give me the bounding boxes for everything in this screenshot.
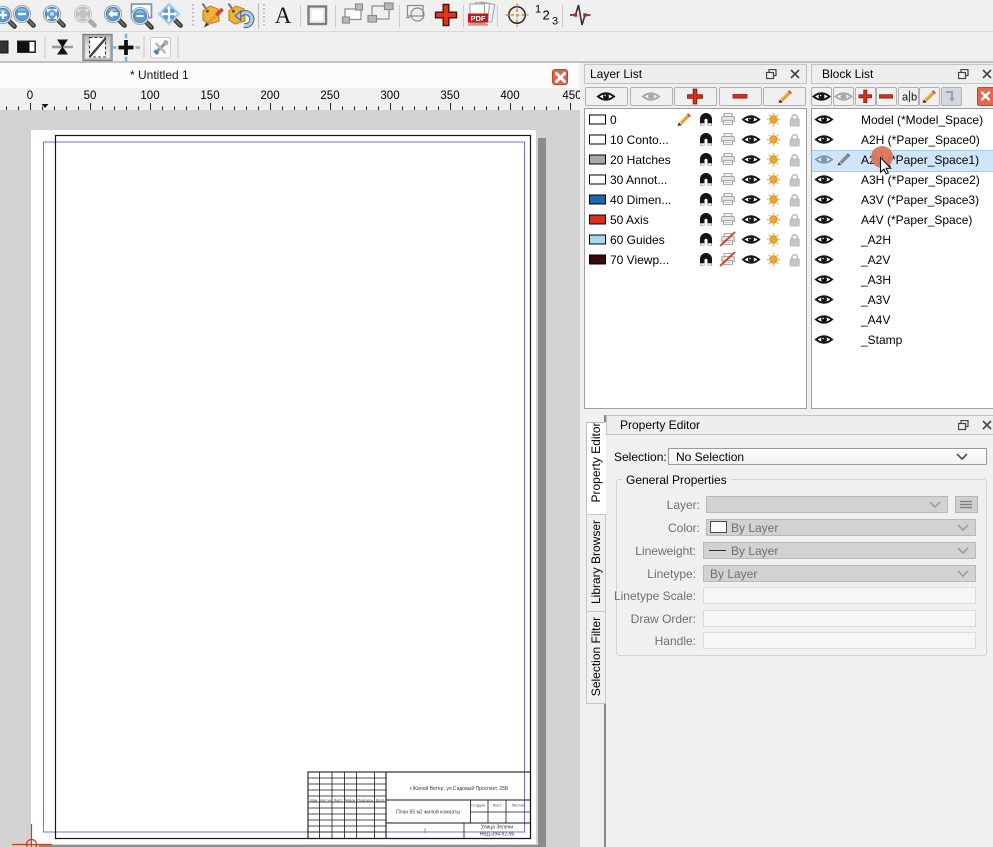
svg-text:1: 1 <box>535 4 541 16</box>
svg-text:A2H (*Paper_Space0): A2H (*Paper_Space0) <box>861 133 980 147</box>
svg-text:A: A <box>275 3 292 28</box>
svg-text:_A2H: _A2H <box>860 233 891 247</box>
svg-text:Лист: Лист <box>334 797 343 802</box>
svg-text:_Stamp: _Stamp <box>860 333 903 347</box>
svg-text:A3H (*Paper_Space2): A3H (*Paper_Space2) <box>861 173 980 187</box>
svg-text:0: 0 <box>27 90 33 102</box>
svg-text:_A3V: _A3V <box>860 293 890 307</box>
svg-text:300: 300 <box>380 90 399 102</box>
svg-text:Property Editor: Property Editor <box>589 422 603 502</box>
svg-text:100: 100 <box>140 90 159 102</box>
svg-text:НВД-394-92-96: НВД-394-92-96 <box>480 832 515 838</box>
svg-text:30 Annot...: 30 Annot... <box>610 173 667 187</box>
svg-text:250: 250 <box>320 90 339 102</box>
svg-text:_A4V: _A4V <box>860 313 890 327</box>
svg-text:Стадия: Стадия <box>471 803 485 808</box>
svg-text:150: 150 <box>200 90 219 102</box>
svg-text:50: 50 <box>84 90 97 102</box>
svg-text:План 65 м2 жилой комнаты: План 65 м2 жилой комнаты <box>396 809 460 816</box>
svg-text:2: 2 <box>543 8 550 23</box>
svg-text:400: 400 <box>500 90 519 102</box>
svg-text:60 Guides: 60 Guides <box>610 233 665 247</box>
svg-text:A4V (*Paper_Space): A4V (*Paper_Space) <box>861 213 972 227</box>
svg-text:200: 200 <box>260 90 279 102</box>
svg-text:№док: №док <box>345 797 356 802</box>
svg-text:Кол.уч: Кол.уч <box>320 797 332 802</box>
svg-text:Model (*Model_Space): Model (*Model_Space) <box>861 113 983 127</box>
svg-text:PDF: PDF <box>471 14 486 23</box>
svg-text:450: 450 <box>562 90 580 102</box>
svg-text:3: 3 <box>552 16 558 28</box>
svg-text:350: 350 <box>440 90 459 102</box>
svg-text:_A3H: _A3H <box>860 273 891 287</box>
svg-text:Листов: Листов <box>512 803 525 808</box>
svg-text:Дата: Дата <box>376 797 386 802</box>
svg-text:Подпись: Подпись <box>357 797 373 802</box>
svg-text:20 Hatches: 20 Hatches <box>610 153 671 167</box>
svg-text:_A2V: _A2V <box>860 253 890 267</box>
svg-text:40 Dimen...: 40 Dimen... <box>610 193 671 207</box>
svg-text:a: a <box>902 92 909 104</box>
svg-text:1: 1 <box>424 829 427 835</box>
svg-text:70 Viewp...: 70 Viewp... <box>610 253 669 267</box>
svg-text:A3V (*Paper_Space3): A3V (*Paper_Space3) <box>861 193 979 207</box>
svg-text:Улица Зелени: Улица Зелени <box>481 825 514 831</box>
svg-text:Изм: Изм <box>310 797 318 802</box>
svg-text:Лист: Лист <box>493 803 502 808</box>
svg-text:г.Жилой Ветер, ул.Садовый Прос: г.Жилой Ветер, ул.Садовый Проспект, 25Б <box>410 785 509 792</box>
svg-text:Selection Filter: Selection Filter <box>589 617 603 696</box>
svg-text:b: b <box>911 92 917 104</box>
svg-text:10 Conto...: 10 Conto... <box>610 133 669 147</box>
svg-text:0: 0 <box>610 113 617 127</box>
svg-text:50 Axis: 50 Axis <box>610 213 649 227</box>
